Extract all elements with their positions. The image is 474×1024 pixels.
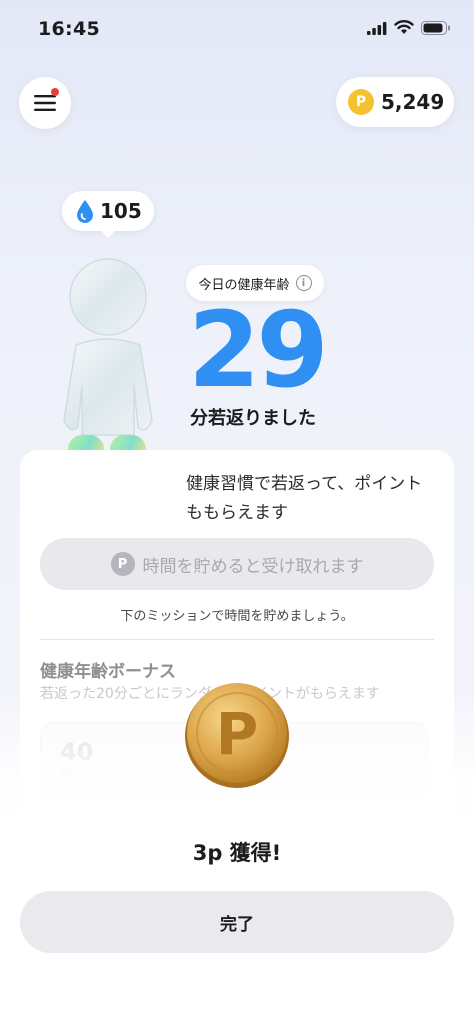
notification-dot [51,88,59,96]
reward-text: 3p 獲得! [192,841,282,865]
done-button[interactable]: 完了 [20,891,454,953]
gold-coin-icon: P [185,683,289,788]
health-age-value: 29 [188,289,329,411]
battery-icon [421,21,450,35]
divider [40,639,434,640]
gold-coin-letter: P [216,700,259,768]
receive-button-label: 時間を貯めると受け取れます [142,556,364,577]
status-time: 16:45 [38,18,100,40]
card-description: 健康習慣で若返って、ポイントももらえます [186,474,423,523]
points-value: 5,249 [381,90,445,114]
water-drop-icon [77,200,93,223]
points-balance[interactable]: P 5,249 [336,77,454,127]
menu-icon [34,95,56,111]
health-age-subtitle: 分若返りました [190,408,316,429]
menu-button[interactable] [19,77,71,129]
bonus-title: 健康年齢ボーナス [40,662,176,682]
coin-icon-disabled: P [110,552,135,576]
signal-icon [367,22,387,35]
water-badge[interactable]: 105 [62,191,154,238]
mission-note: 下のミッションで時間を貯めましょう。 [120,609,354,624]
wifi-icon [394,20,414,34]
coin-icon: P [348,89,374,115]
receive-points-button[interactable]: P 時間を貯めると受け取れます [40,538,434,590]
water-value: 105 [100,199,142,223]
status-bar: 16:45 [0,0,474,60]
